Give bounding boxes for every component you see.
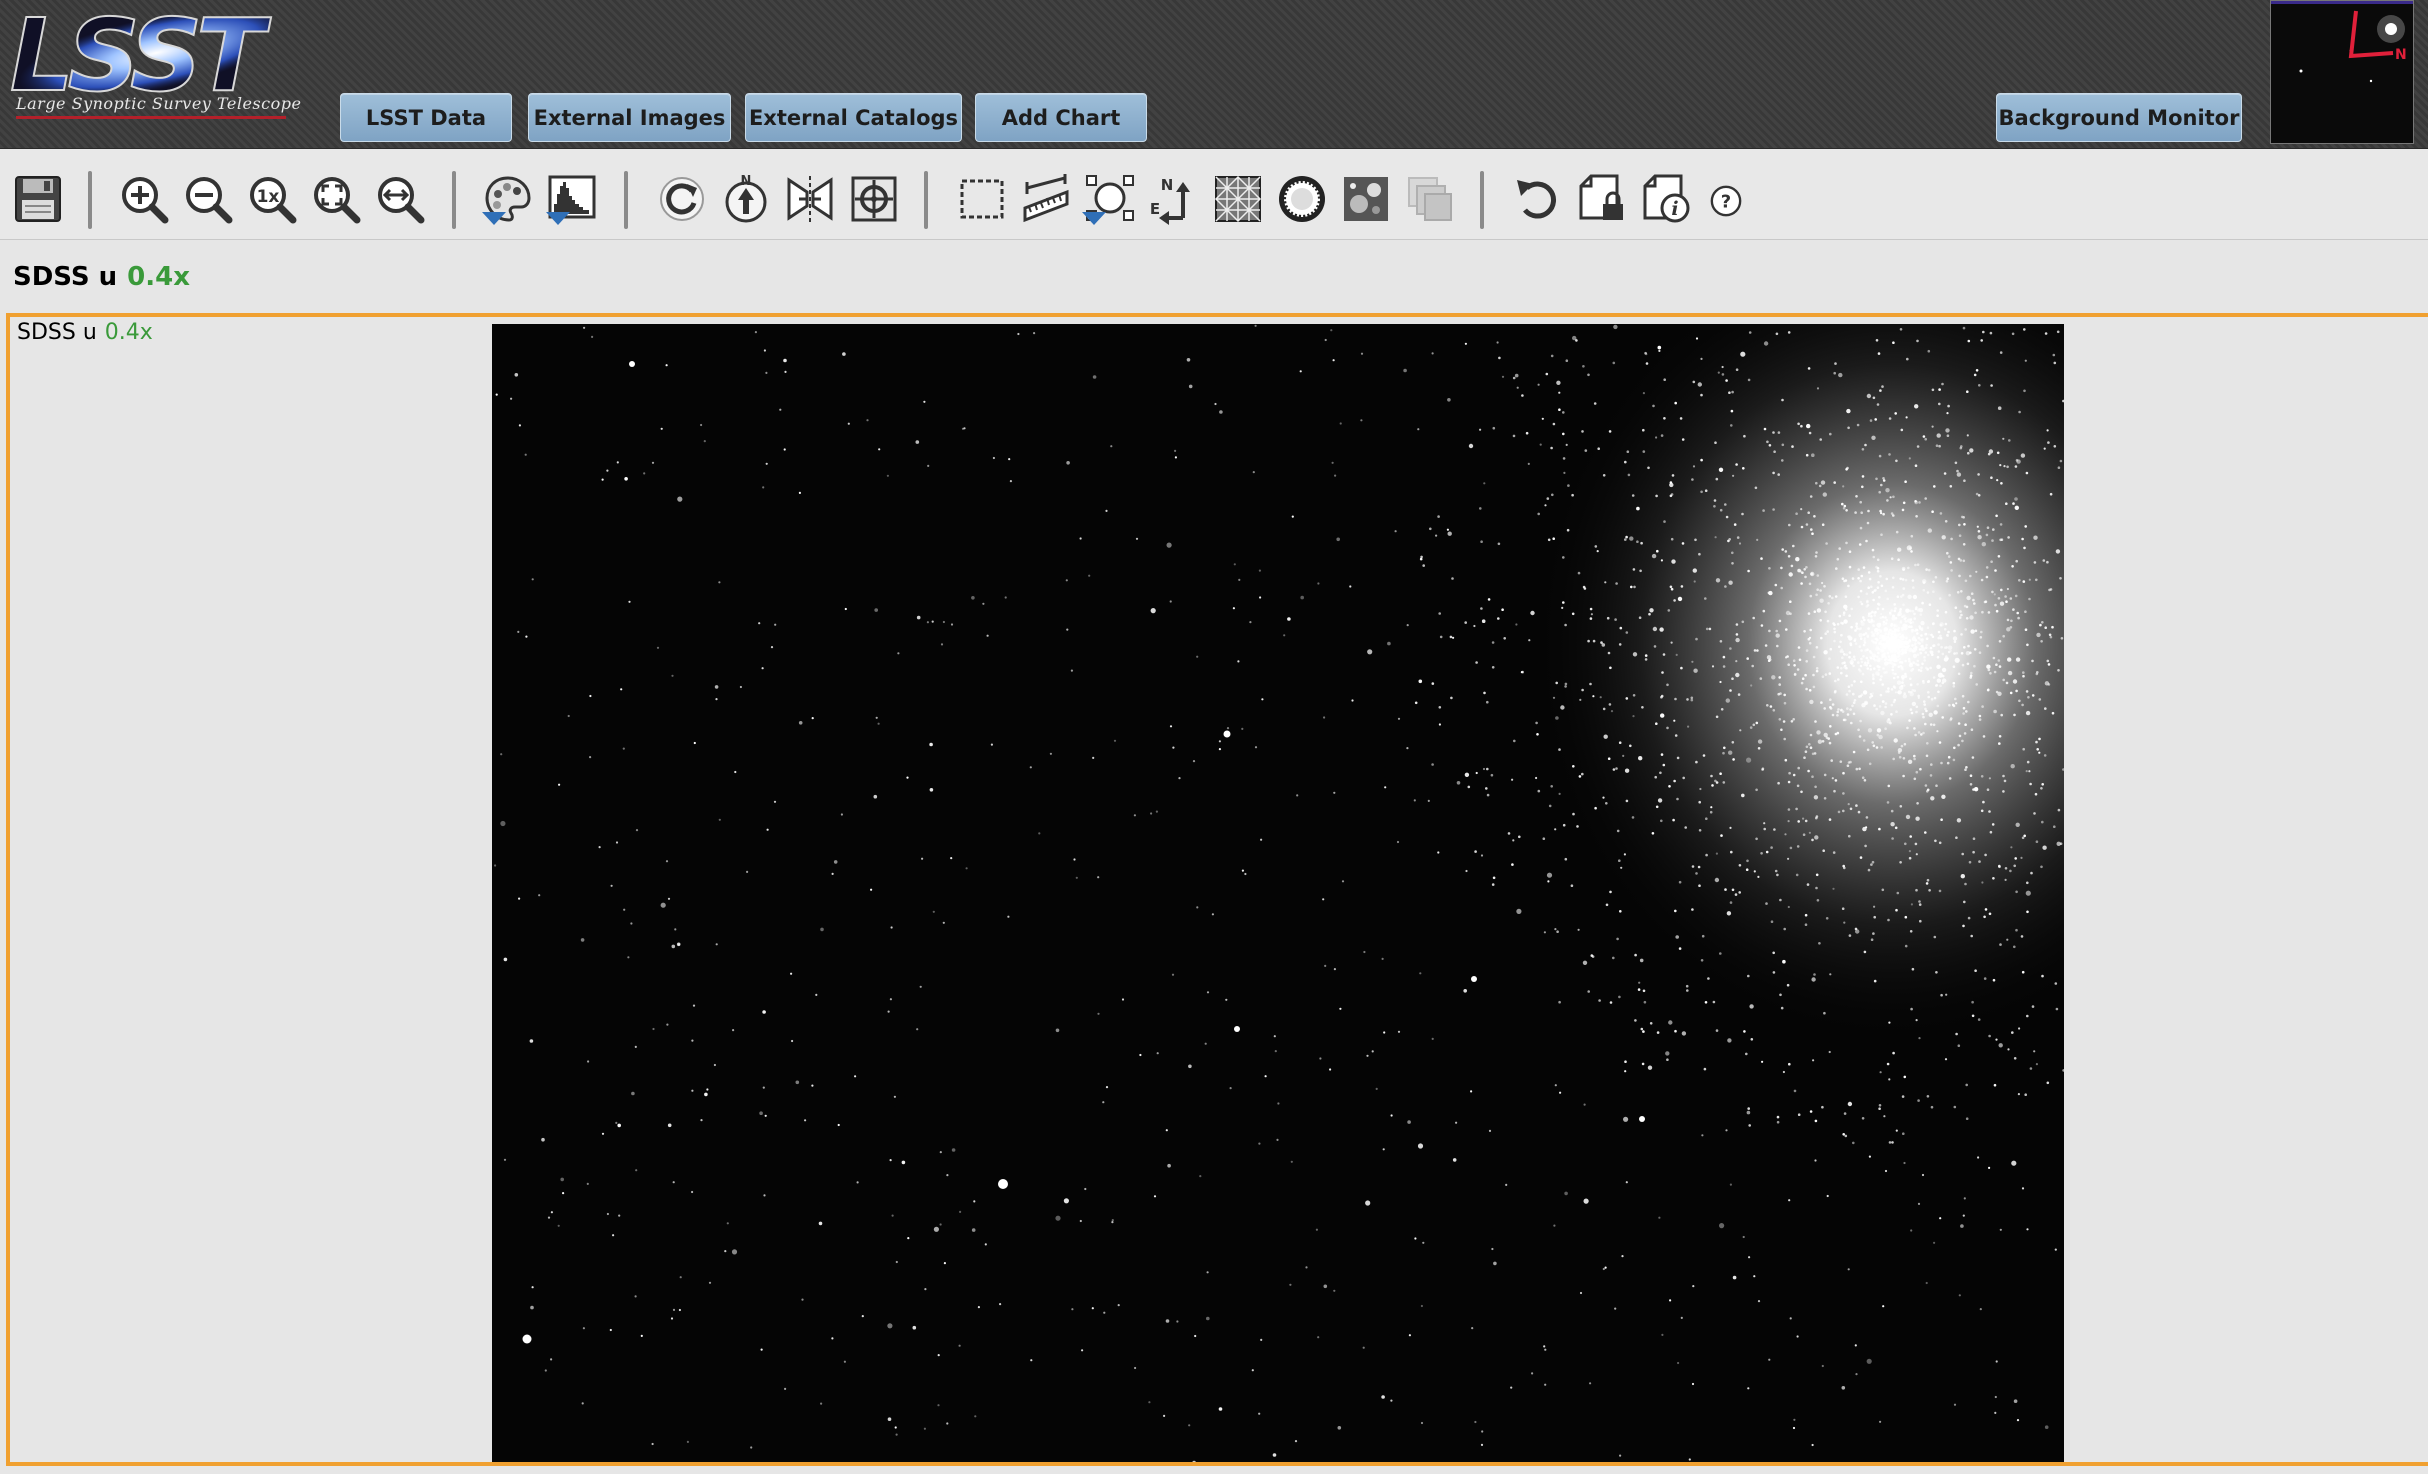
zoom-out-icon	[186, 177, 233, 224]
image-toolbar: 1x N N E i ?	[0, 149, 2428, 240]
add-chart-button[interactable]: Add Chart	[975, 93, 1147, 142]
logo-tagline: Large Synoptic Survey Telescope	[16, 94, 302, 113]
lsst-logo: LSST LSST Large Synoptic Survey Telescop…	[6, 0, 322, 119]
layers-button[interactable]	[1404, 173, 1456, 225]
zoom-in-button[interactable]	[118, 173, 170, 225]
flip-icon	[787, 176, 833, 222]
svg-text:E: E	[1150, 200, 1160, 218]
recenter-button[interactable]	[848, 173, 900, 225]
compass-ne-icon: N E	[1150, 176, 1190, 225]
overlay-image-icon	[1344, 177, 1388, 221]
image-title: SDSS u 0.4x	[13, 262, 190, 292]
stretch-dropdown-arrow[interactable]	[546, 212, 570, 225]
restore-icon	[1517, 180, 1557, 219]
svg-text:i: i	[1671, 198, 1678, 220]
ruler-icon	[1023, 174, 1069, 223]
grid-icon	[1214, 175, 1262, 223]
zoom-in-icon	[122, 177, 169, 224]
rotate-button[interactable]	[656, 173, 708, 225]
starburst-icon	[1279, 176, 1325, 222]
coordinate-grid-button[interactable]	[1212, 173, 1264, 225]
marker-dropdown-arrow[interactable]	[1082, 212, 1106, 225]
image-title-zoom: 0.4x	[127, 262, 190, 292]
app-header: LSST LSST Large Synoptic Survey Telescop…	[0, 0, 2428, 149]
thumbnail-compass-label: N	[2395, 47, 2407, 63]
zoom-out-button[interactable]	[182, 173, 234, 225]
thumbnail-compass-icon: N	[2271, 1, 2413, 83]
lsst-data-button[interactable]: LSST Data	[340, 93, 512, 142]
rotate-icon	[660, 177, 704, 221]
sky-image[interactable]	[492, 324, 2064, 1462]
crosshair-icon	[851, 176, 897, 222]
color-table-dropdown-arrow[interactable]	[482, 212, 506, 225]
toolbar-separator	[924, 171, 928, 229]
external-catalogs-button[interactable]: External Catalogs	[745, 93, 962, 142]
overlay-image-button[interactable]	[1340, 173, 1392, 225]
svg-text:?: ?	[1721, 192, 1731, 213]
svg-text:N: N	[741, 174, 752, 189]
north-east-arrows-button[interactable]: N E	[1148, 173, 1200, 225]
floppy-disk-icon	[15, 176, 61, 222]
distance-tool-button[interactable]	[1020, 173, 1072, 225]
svg-text:N: N	[1161, 176, 1174, 194]
select-area-button[interactable]	[956, 173, 1008, 225]
viewer-label-name: SDSS u	[17, 320, 97, 345]
flip-button[interactable]	[784, 173, 836, 225]
save-button[interactable]	[12, 173, 64, 225]
rotate-north-button[interactable]: N	[720, 173, 772, 225]
image-thumbnail[interactable]: N	[2270, 0, 2414, 144]
zoom-1x-icon: 1x	[250, 177, 297, 224]
background-monitor-button[interactable]: Background Monitor	[1996, 93, 2242, 142]
external-images-button[interactable]: External Images	[528, 93, 731, 142]
viewer-label-zoom: 0.4x	[104, 320, 153, 345]
zoom-fill-width-button[interactable]	[374, 173, 426, 225]
toolbar-separator	[88, 171, 92, 229]
logo-underline	[16, 116, 286, 119]
select-rect-icon	[960, 179, 1004, 219]
image-title-name: SDSS u	[13, 262, 118, 292]
restore-button[interactable]	[1512, 173, 1564, 225]
svg-text:1x: 1x	[257, 187, 280, 207]
viewer-label: SDSS u 0.4x	[17, 320, 153, 345]
layers-icon	[1408, 177, 1452, 221]
zoom-fit-button[interactable]	[310, 173, 362, 225]
image-viewer[interactable]: SDSS u 0.4x	[6, 313, 2428, 1466]
mask-button[interactable]	[1276, 173, 1328, 225]
zoom-fit-icon	[314, 177, 361, 224]
toolbar-separator	[624, 171, 628, 229]
help-button[interactable]: ?	[1708, 183, 1744, 219]
toolbar-separator	[452, 171, 456, 229]
north-up-icon: N	[725, 174, 767, 223]
zoom-original-button[interactable]: 1x	[246, 173, 298, 225]
lock-button[interactable]	[1576, 173, 1628, 225]
lock-file-icon	[1579, 174, 1623, 220]
help-icon: ?	[1710, 185, 1742, 217]
file-info-button[interactable]: i	[1640, 173, 1692, 225]
star-field	[492, 324, 2064, 1462]
toolbar-separator	[1480, 171, 1484, 229]
zoom-fill-width-icon	[378, 177, 425, 224]
file-info-icon: i	[1643, 174, 1690, 223]
